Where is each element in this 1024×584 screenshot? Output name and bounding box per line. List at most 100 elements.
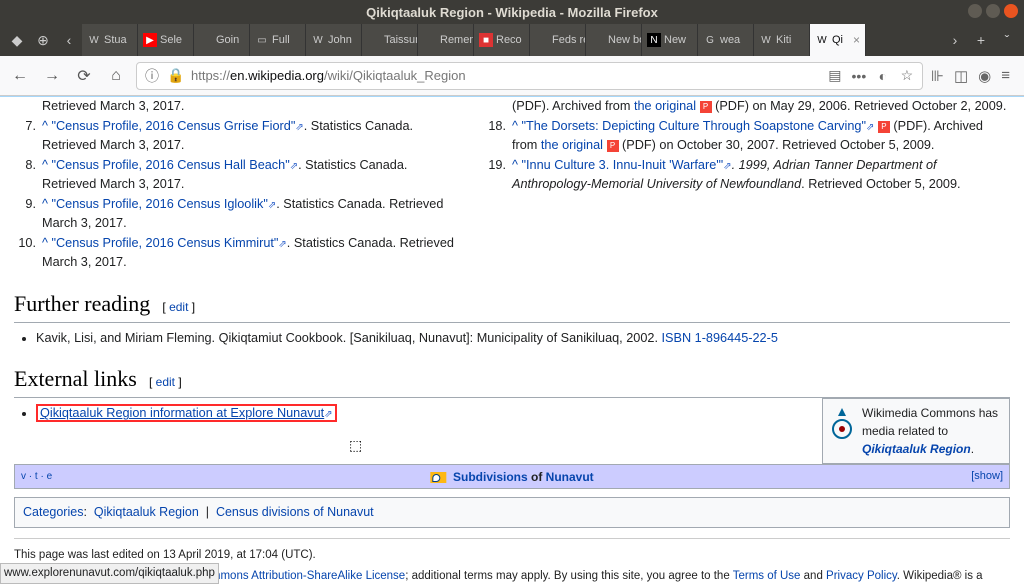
last-edited-text: This page was last edited on 13 April 20… xyxy=(14,547,1010,564)
explore-nunavut-link[interactable]: Qikiqtaaluk Region information at Explor… xyxy=(40,406,324,420)
reference-item: 10.^ "Census Profile, 2016 Census Kimmir… xyxy=(14,234,454,272)
external-link-icon: ⇗ xyxy=(866,122,874,133)
browser-tab[interactable]: Feds re xyxy=(530,24,586,56)
tab-label: New bo xyxy=(608,34,642,46)
tab-label: Feds re xyxy=(552,34,586,46)
browser-tab[interactable]: WKiti xyxy=(754,24,810,56)
browser-tab[interactable]: WStua xyxy=(82,24,138,56)
tab-close-icon[interactable]: × xyxy=(853,33,860,47)
page-content: Retrieved March 3, 2017.7.^ "Census Prof… xyxy=(0,96,1024,584)
browser-tab[interactable]: NNew xyxy=(642,24,698,56)
tab-nav-fwd[interactable]: › xyxy=(942,24,968,56)
navbox-show-toggle[interactable]: [show] xyxy=(971,468,1003,485)
tab-label: Kiti xyxy=(776,34,791,46)
navbox-title: v · t · e Subdivisions of Nunavut [show] xyxy=(15,465,1009,488)
categories-link[interactable]: Categories xyxy=(23,505,83,519)
hamburger-menu-icon[interactable]: ≡ xyxy=(1001,67,1010,84)
backlink-caret[interactable]: ^ xyxy=(512,119,518,133)
sidebar-icon[interactable]: ◫ xyxy=(954,67,968,85)
minimize-button[interactable] xyxy=(968,4,982,18)
tab-list-dropdown[interactable]: ˇ xyxy=(994,24,1020,56)
tab-favicon: ▭ xyxy=(255,33,269,47)
tab-label: Sele xyxy=(160,34,182,46)
new-window-icon[interactable]: ⊕ xyxy=(30,24,56,56)
reference-item: Retrieved March 3, 2017. xyxy=(14,97,454,116)
account-icon[interactable]: ◉ xyxy=(978,67,991,85)
reference-link[interactable]: "Census Profile, 2016 Census Igloolik" xyxy=(52,197,268,211)
reference-link[interactable]: "Census Profile, 2016 Census Grrise Fior… xyxy=(52,119,296,133)
commons-text: Wikimedia Commons has media related to Q… xyxy=(862,404,1004,458)
forward-button[interactable]: → xyxy=(40,67,64,85)
tab-favicon xyxy=(423,33,437,47)
browser-tab[interactable]: ▶Sele xyxy=(138,24,194,56)
browser-tab[interactable]: Gwea xyxy=(698,24,754,56)
tab-favicon xyxy=(367,33,381,47)
browser-tab[interactable]: WQi× xyxy=(810,24,866,56)
new-tab-button[interactable]: + xyxy=(968,24,994,56)
category-item[interactable]: Qikiqtaaluk Region xyxy=(94,505,199,519)
external-links-heading: External links [ edit ] xyxy=(14,362,1010,398)
backlink-caret[interactable]: ^ xyxy=(42,158,48,172)
browser-tab[interactable]: Taissum xyxy=(362,24,418,56)
edit-further-link[interactable]: edit xyxy=(169,300,188,314)
privacy-policy-link[interactable]: Privacy Policy xyxy=(826,570,897,582)
url-bar[interactable]: ⓘ 🔒 https://en.wikipedia.org/wiki/Qikiqt… xyxy=(136,62,923,90)
home-button[interactable]: ⌂ xyxy=(104,67,128,85)
tab-nav-back[interactable]: ‹ xyxy=(56,24,82,56)
external-link-icon: ⇗ xyxy=(290,161,298,172)
tab-favicon xyxy=(591,33,605,47)
toolbar-right-icons: ⊪ ◫ ◉ ≡ xyxy=(931,67,1016,85)
reference-link[interactable]: "Innu Culture 3. Innu-Inuit 'Warfare'" xyxy=(522,158,724,172)
tab-favicon: G xyxy=(703,33,717,47)
browser-tab[interactable]: WJohn xyxy=(306,24,362,56)
nunavut-flag-icon xyxy=(430,472,446,483)
reference-link[interactable]: the original xyxy=(541,138,603,152)
tab-favicon: W xyxy=(815,33,829,47)
reference-link[interactable]: "The Dorsets: Depicting Culture Through … xyxy=(522,119,866,133)
back-button[interactable]: ← xyxy=(8,67,32,85)
maximize-button[interactable] xyxy=(986,4,1000,18)
category-item[interactable]: Census divisions of Nunavut xyxy=(216,505,374,519)
page-action-icon[interactable]: ••• xyxy=(850,68,868,84)
nav-toolbar: ← → ⟳ ⌂ ⓘ 🔒 https://en.wikipedia.org/wik… xyxy=(0,56,1024,96)
reference-link[interactable]: "Census Profile, 2016 Census Kimmirut" xyxy=(52,236,279,250)
reference-link[interactable]: the original xyxy=(634,99,696,113)
tab-label: New xyxy=(664,34,686,46)
terms-of-use-link[interactable]: Terms of Use xyxy=(733,570,801,582)
backlink-caret[interactable]: ^ xyxy=(42,236,48,250)
navbox-vte: v · t · e xyxy=(21,469,52,484)
pdf-icon: P xyxy=(607,140,619,152)
reference-item: (PDF). Archived from the original P (PDF… xyxy=(484,97,1010,116)
browser-tab[interactable]: ■Reco xyxy=(474,24,530,56)
tab-favicon: ▶ xyxy=(143,33,157,47)
window-controls xyxy=(968,4,1018,18)
firefox-menu-icon[interactable]: ◆ xyxy=(4,24,30,56)
tab-favicon: ■ xyxy=(479,33,493,47)
reader-mode-icon[interactable]: ▤ xyxy=(826,67,844,84)
site-info-icon[interactable]: ⓘ xyxy=(143,66,161,86)
backlink-caret[interactable]: ^ xyxy=(512,158,518,172)
isbn-link[interactable]: ISBN 1-896445-22-5 xyxy=(662,331,778,345)
reference-link[interactable]: "Census Profile, 2016 Census Hall Beach" xyxy=(52,158,290,172)
references-columns: Retrieved March 3, 2017.7.^ "Census Prof… xyxy=(14,97,1010,273)
browser-tab[interactable]: New bo xyxy=(586,24,642,56)
commons-link[interactable]: Qikiqtaaluk Region xyxy=(862,442,971,456)
edit-external-link[interactable]: edit xyxy=(156,375,175,389)
tab-label: wea xyxy=(720,34,740,46)
external-link-icon: ⇗ xyxy=(324,409,332,420)
tab-label: John xyxy=(328,34,352,46)
tab-label: Taissum xyxy=(384,34,418,46)
bookmark-star-icon[interactable]: ☆ xyxy=(898,67,916,84)
browser-tab[interactable]: Goin xyxy=(194,24,250,56)
tab-label: Stua xyxy=(104,34,127,46)
further-reading-list: Kavik, Lisi, and Miriam Fleming. Qikiqta… xyxy=(14,329,1010,348)
tab-favicon xyxy=(535,33,549,47)
browser-tab[interactable]: ▭Full xyxy=(250,24,306,56)
backlink-caret[interactable]: ^ xyxy=(42,119,48,133)
pocket-icon[interactable]: ◐ xyxy=(874,68,892,84)
reload-button[interactable]: ⟳ xyxy=(72,66,96,86)
close-window-button[interactable] xyxy=(1004,4,1018,18)
library-icon[interactable]: ⊪ xyxy=(931,67,944,85)
backlink-caret[interactable]: ^ xyxy=(42,197,48,211)
browser-tab[interactable]: Remem xyxy=(418,24,474,56)
